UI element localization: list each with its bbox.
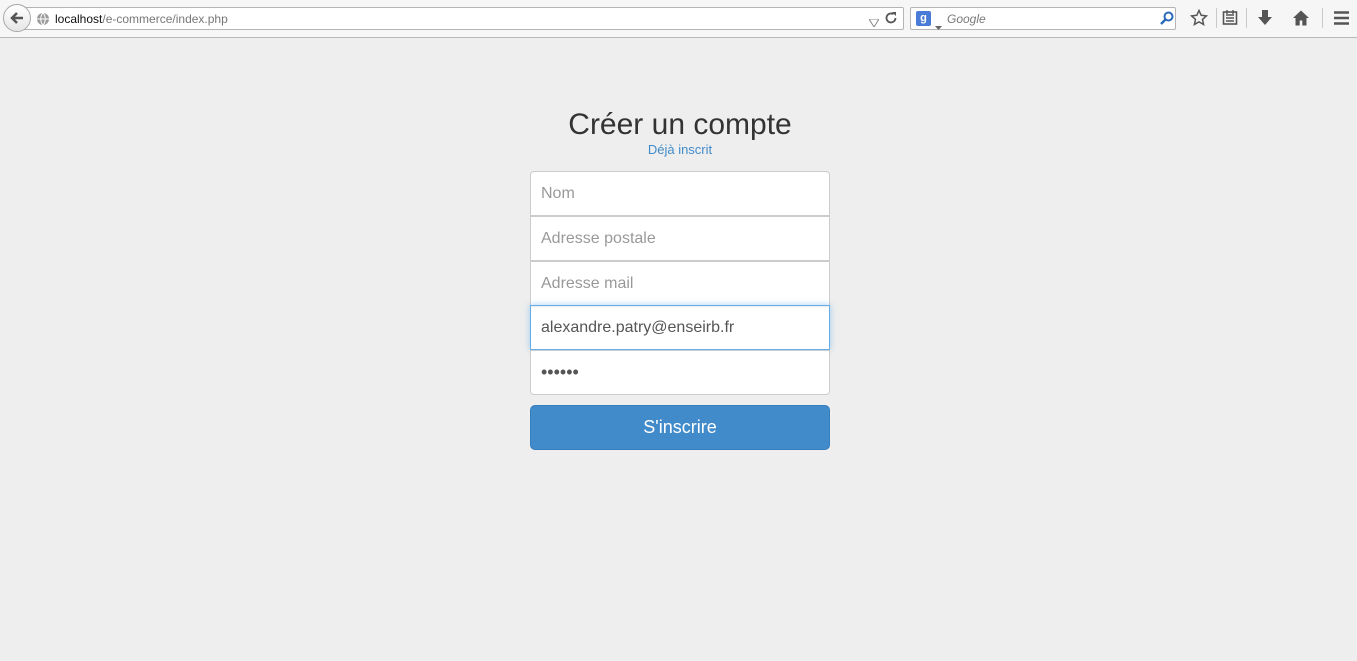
page-title: Créer un compte	[568, 108, 792, 141]
download-icon[interactable]	[1257, 9, 1273, 32]
url-text[interactable]: localhost/e-commerce/index.php	[55, 12, 228, 26]
url-host: localhost	[55, 12, 103, 26]
toolbar-separator	[1216, 8, 1217, 28]
url-bar[interactable]: localhost/e-commerce/index.php	[24, 7, 904, 30]
google-icon[interactable]: g	[916, 11, 931, 26]
toolbar-separator	[1322, 8, 1323, 28]
search-placeholder: Google	[947, 12, 986, 26]
signin-link[interactable]: Déjà inscrit	[530, 142, 830, 158]
star-icon[interactable]	[1189, 8, 1209, 32]
reading-list-icon[interactable]	[1222, 9, 1238, 32]
search-bar[interactable]: g Google	[910, 7, 1176, 30]
email-placeholder-field[interactable]	[530, 261, 830, 306]
browser-toolbar: localhost/e-commerce/index.php g Google	[0, 0, 1357, 38]
home-icon[interactable]	[1292, 9, 1310, 32]
url-path: /e-commerce/index.php	[102, 12, 228, 26]
caret-down-icon[interactable]	[935, 17, 942, 35]
globe-icon	[36, 12, 50, 31]
name-field[interactable]	[530, 171, 830, 216]
signup-button[interactable]: S'inscrire	[530, 405, 830, 450]
postal-address-field[interactable]	[530, 216, 830, 261]
password-field[interactable]	[530, 350, 830, 395]
toolbar-separator	[1246, 8, 1247, 28]
back-button[interactable]	[3, 4, 31, 32]
back-arrow-icon	[10, 12, 23, 24]
reload-icon[interactable]	[884, 11, 898, 30]
menu-icon[interactable]	[1333, 9, 1350, 32]
search-icon[interactable]	[1160, 11, 1174, 30]
dropdown-icon[interactable]	[868, 14, 880, 32]
email-field[interactable]	[530, 305, 830, 350]
